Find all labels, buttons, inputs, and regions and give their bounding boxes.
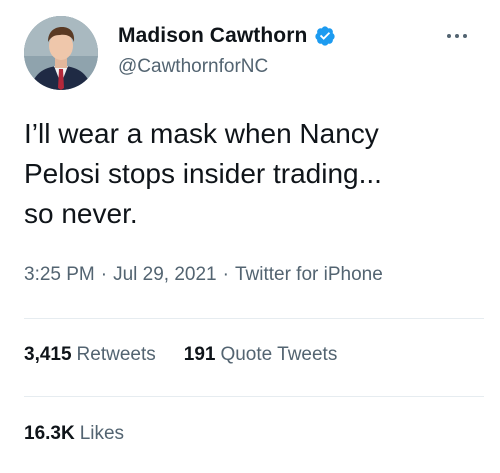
tweet-card: Madison Cawthorn @CawthornforNC I’ll wea… bbox=[0, 0, 500, 473]
divider bbox=[24, 396, 484, 397]
quote-tweets-stat[interactable]: 191 Quote Tweets bbox=[184, 344, 338, 366]
retweets-stat[interactable]: 3,415 Retweets bbox=[24, 344, 156, 366]
author-name-row: Madison Cawthorn bbox=[118, 24, 336, 48]
tweet-text: I’ll wear a mask when Nancy Pelosi stops… bbox=[24, 118, 382, 229]
author-display-name[interactable]: Madison Cawthorn bbox=[118, 24, 307, 48]
verified-badge-icon bbox=[315, 26, 336, 46]
meta-separator: · bbox=[100, 264, 108, 285]
likes-count: 16.3K bbox=[24, 423, 75, 444]
engagement-stats: 3,415 Retweets 191 Quote Tweets bbox=[24, 344, 337, 366]
tweet-source[interactable]: Twitter for iPhone bbox=[235, 264, 383, 286]
tweet-meta: 3:25 PM · Jul 29, 2021 · Twitter for iPh… bbox=[24, 264, 383, 286]
retweets-label: Retweets bbox=[76, 344, 156, 365]
more-options-icon[interactable] bbox=[447, 34, 467, 38]
avatar[interactable] bbox=[24, 16, 98, 90]
more-dot bbox=[447, 34, 451, 38]
likes-row: 16.3K Likes bbox=[24, 423, 124, 445]
author-handle[interactable]: @CawthornforNC bbox=[118, 56, 268, 78]
likes-label: Likes bbox=[79, 423, 125, 444]
quote-tweets-label: Quote Tweets bbox=[220, 344, 338, 365]
more-dot bbox=[463, 34, 467, 38]
quote-tweets-count: 191 bbox=[183, 344, 216, 365]
tweet-date[interactable]: Jul 29, 2021 bbox=[113, 264, 217, 286]
tweet-time[interactable]: 3:25 PM bbox=[24, 264, 95, 286]
divider bbox=[24, 318, 484, 319]
likes-stat[interactable]: 16.3K Likes bbox=[24, 423, 124, 445]
profile-photo-icon bbox=[24, 16, 98, 90]
meta-separator: · bbox=[222, 264, 229, 285]
retweets-count: 3,415 bbox=[24, 344, 72, 365]
more-dot bbox=[455, 34, 459, 38]
